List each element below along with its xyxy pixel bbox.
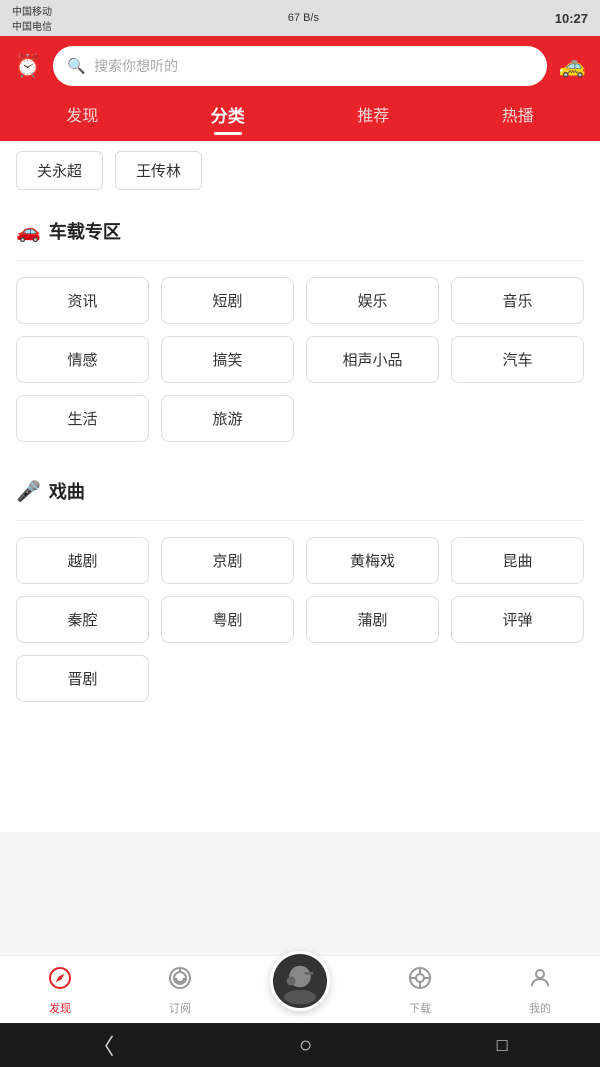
section-opera-title: 戏曲 bbox=[49, 478, 85, 504]
nav-subscribe[interactable]: 订阅 bbox=[120, 966, 240, 1016]
download-nav-icon bbox=[408, 966, 432, 996]
main-content: 关永超 王传林 🚗 车载专区 资讯 短剧 娱乐 音乐 情感 搞笑 相声小品 汽车… bbox=[0, 141, 600, 832]
nav-discover[interactable]: 发现 bbox=[0, 966, 120, 1016]
tab-category[interactable]: 分类 bbox=[197, 96, 259, 133]
search-placeholder-text: 搜索你想听的 bbox=[94, 56, 178, 76]
bottom-nav: 发现 订阅 bbox=[0, 955, 600, 1023]
tag-opera-5[interactable]: 粤剧 bbox=[161, 596, 294, 643]
tab-hot[interactable]: 热播 bbox=[488, 96, 548, 133]
section-opera-header: 🎤 戏曲 bbox=[16, 478, 584, 504]
center-player-btn[interactable] bbox=[270, 951, 330, 1011]
tag-car-6[interactable]: 相声小品 bbox=[306, 336, 439, 383]
tag-opera-1[interactable]: 京剧 bbox=[161, 537, 294, 584]
tag-opera-3[interactable]: 昆曲 bbox=[451, 537, 584, 584]
tag-car-5[interactable]: 搞笑 bbox=[161, 336, 294, 383]
car-tag-grid: 资讯 短剧 娱乐 音乐 情感 搞笑 相声小品 汽车 生活 旅游 bbox=[16, 277, 584, 442]
tag-opera-7[interactable]: 评弹 bbox=[451, 596, 584, 643]
mic-section-icon: 🎤 bbox=[16, 479, 41, 504]
tag-car-1[interactable]: 短剧 bbox=[161, 277, 294, 324]
tag-car-3[interactable]: 音乐 bbox=[451, 277, 584, 324]
tag-opera-2[interactable]: 黄梅戏 bbox=[306, 537, 439, 584]
tag-car-9[interactable]: 旅游 bbox=[161, 395, 294, 442]
mine-nav-icon bbox=[528, 966, 552, 996]
android-back-btn[interactable]: 〈 bbox=[92, 1029, 114, 1061]
nav-tabs: 发现 分类 推荐 热播 bbox=[0, 96, 600, 141]
tag-car-2[interactable]: 娱乐 bbox=[306, 277, 439, 324]
section-opera: 🎤 戏曲 越剧 京剧 黄梅戏 昆曲 秦腔 粤剧 蒲剧 评弹 晋剧 bbox=[0, 464, 600, 716]
tag-car-0[interactable]: 资讯 bbox=[16, 277, 149, 324]
mine-nav-label: 我的 bbox=[529, 1000, 551, 1016]
carrier-primary: 中国移动 bbox=[12, 3, 52, 18]
status-time: 10:27 bbox=[555, 11, 588, 26]
download-nav-label: 下载 bbox=[409, 1000, 431, 1016]
section-divider bbox=[16, 260, 584, 261]
section-car-title: 车载专区 bbox=[49, 218, 121, 244]
tag-car-8[interactable]: 生活 bbox=[16, 395, 149, 442]
artist-chip-1[interactable]: 王传林 bbox=[115, 151, 202, 190]
android-nav-bar: 〈 ○ □ bbox=[0, 1023, 600, 1067]
tab-recommend[interactable]: 推荐 bbox=[343, 96, 403, 133]
opera-tag-grid: 越剧 京剧 黄梅戏 昆曲 秦腔 粤剧 蒲剧 评弹 晋剧 bbox=[16, 537, 584, 702]
clock-icon: ⏰ bbox=[14, 53, 41, 79]
section-car: 🚗 车载专区 资讯 短剧 娱乐 音乐 情感 搞笑 相声小品 汽车 生活 旅游 bbox=[0, 204, 600, 456]
tag-opera-8[interactable]: 晋剧 bbox=[16, 655, 149, 702]
tag-opera-6[interactable]: 蒲剧 bbox=[306, 596, 439, 643]
status-bar: 中国移动 中国电信 67 B/s 10:27 bbox=[0, 0, 600, 36]
car-icon[interactable]: 🚕 bbox=[559, 53, 586, 79]
center-album-art bbox=[273, 954, 327, 1008]
nav-mine[interactable]: 我的 bbox=[480, 966, 600, 1016]
android-recent-btn[interactable]: □ bbox=[497, 1035, 508, 1056]
discover-nav-icon bbox=[48, 966, 72, 996]
nav-download[interactable]: 下载 bbox=[360, 966, 480, 1016]
tab-discover[interactable]: 发现 bbox=[52, 96, 112, 133]
subscribe-nav-label: 订阅 bbox=[169, 1000, 191, 1016]
android-home-btn[interactable]: ○ bbox=[299, 1032, 312, 1058]
tag-opera-0[interactable]: 越剧 bbox=[16, 537, 149, 584]
subscribe-nav-icon bbox=[168, 966, 192, 996]
search-bar[interactable]: 🔍 搜索你想听的 bbox=[53, 46, 546, 86]
discover-nav-label: 发现 bbox=[49, 1000, 71, 1016]
artist-chip-0[interactable]: 关永超 bbox=[16, 151, 103, 190]
network-speed: 67 B/s bbox=[288, 12, 319, 24]
section-car-header: 🚗 车载专区 bbox=[16, 218, 584, 244]
tag-opera-4[interactable]: 秦腔 bbox=[16, 596, 149, 643]
header: ⏰ 🔍 搜索你想听的 🚕 bbox=[0, 36, 600, 96]
section-opera-divider bbox=[16, 520, 584, 521]
artists-row: 关永超 王传林 bbox=[0, 141, 600, 200]
tag-car-7[interactable]: 汽车 bbox=[451, 336, 584, 383]
car-section-icon: 🚗 bbox=[16, 219, 41, 244]
tag-car-4[interactable]: 情感 bbox=[16, 336, 149, 383]
carrier-secondary: 中国电信 bbox=[12, 18, 52, 33]
search-icon: 🔍 bbox=[67, 57, 86, 75]
nav-center[interactable] bbox=[240, 971, 360, 1011]
